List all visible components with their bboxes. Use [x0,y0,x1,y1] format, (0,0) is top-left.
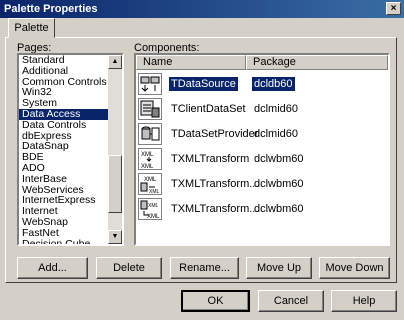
svg-text:XML: XML [141,152,154,158]
pages-list-item[interactable]: FastNet [19,227,122,239]
xmltransform-provider-icon: XML XML [138,173,162,195]
tab-palette[interactable]: Palette [8,18,55,38]
svg-text:XML: XML [144,177,157,183]
svg-text:XML: XML [148,203,159,209]
svg-text:XML: XML [149,189,160,194]
cancel-button[interactable]: Cancel [258,290,324,312]
component-name: TXMLTransform [171,153,250,165]
component-row[interactable]: TClientDataSet dclmid60 [136,97,388,121]
component-package: dclwbm60 [254,203,304,215]
scroll-up-button[interactable]: ▲ [108,55,122,69]
component-package: dclwbm60 [254,178,304,190]
component-name: TDataSource [169,77,238,91]
datasetprovider-icon [138,123,162,145]
components-listview[interactable]: Name Package TDataSource dcldb60 TClientDa… [134,53,390,246]
component-package: dclmid60 [254,103,299,115]
component-package: dclwbm60 [254,153,304,165]
pages-list-item[interactable]: Data Controls [19,119,122,131]
title-bar: Palette Properties × [0,0,404,18]
close-button[interactable]: × [386,2,401,15]
pages-items: Standard Additional Common Controls Win32 Sy… [19,55,122,244]
scroll-down-button[interactable]: ▼ [108,230,122,244]
column-header-package[interactable]: Package [246,55,388,70]
add-button[interactable]: Add... [17,257,88,279]
pages-list-item[interactable]: InterBase [19,173,122,185]
xmltransform-client-icon: XML XML [138,198,162,220]
component-name: TXMLTransform... [171,203,259,215]
component-package: dcldb60 [252,77,295,91]
delete-button[interactable]: Delete [96,257,162,279]
move-down-button[interactable]: Move Down [319,257,390,279]
pages-scrollbar[interactable]: ▲ ▼ [108,55,122,244]
component-row[interactable]: XML XML TXMLTransform dclwbm60 [136,147,388,171]
component-row[interactable]: XML XML TXMLTransform... dclwbm60 [136,172,388,196]
window-title: Palette Properties [4,3,98,15]
svg-text:XML: XML [141,164,154,169]
pages-list-item[interactable]: Additional [19,65,122,77]
rename-button[interactable]: Rename... [170,257,239,279]
pages-list-item[interactable]: Decision Cube [19,238,122,244]
component-name: TXMLTransform... [171,178,259,190]
datasource-icon [138,73,162,95]
scroll-thumb[interactable] [108,155,122,213]
move-up-button[interactable]: Move Up [246,257,312,279]
xmltransform-icon: XML XML [138,148,162,170]
component-package: dclmid60 [254,128,299,140]
component-row[interactable]: TDataSetProvider dclmid60 [136,122,388,146]
component-row[interactable]: TDataSource dcldb60 [136,72,388,96]
component-name: TDataSetProvider [171,128,259,140]
component-row[interactable]: XML XML TXMLTransform... dclwbm60 [136,197,388,221]
clientdataset-icon [138,98,162,120]
pages-listbox[interactable]: Standard Additional Common Controls Win32 Sy… [17,53,124,246]
column-header-name[interactable]: Name [136,55,246,70]
component-name: TClientDataSet [171,103,246,115]
ok-button[interactable]: OK [181,290,250,312]
help-button[interactable]: Help [331,290,397,312]
svg-text:XML: XML [147,214,160,219]
